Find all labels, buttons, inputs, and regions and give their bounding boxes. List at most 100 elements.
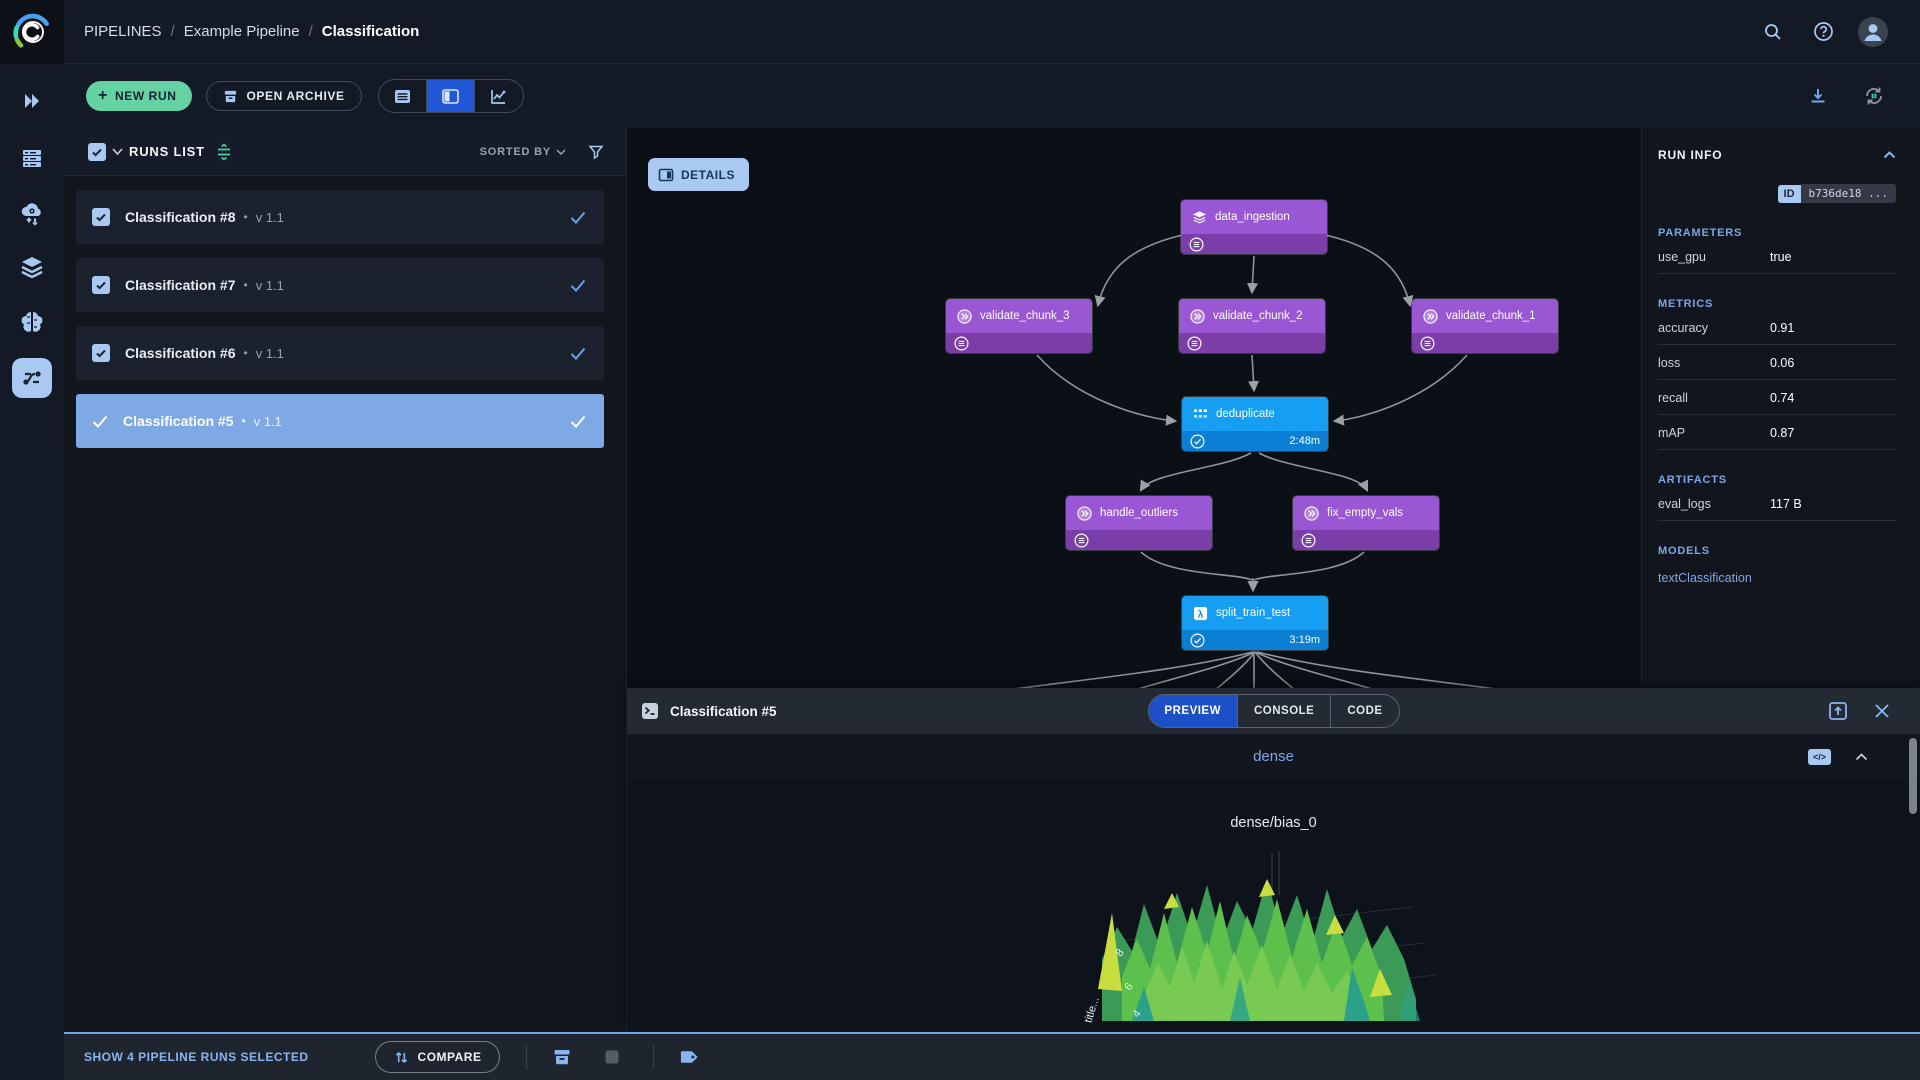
tab-code[interactable]: CODE xyxy=(1331,695,1398,727)
param-key: use_gpu xyxy=(1658,250,1770,264)
sidebar-item-models[interactable] xyxy=(18,308,46,336)
compare-icon xyxy=(394,1050,409,1065)
tag-icon xyxy=(679,1048,700,1066)
run-id-chip[interactable]: ID b736de18 ... xyxy=(1658,184,1896,203)
dag-node-fix-empty-vals[interactable]: fix_empty_vals xyxy=(1293,496,1439,550)
run-dot: • xyxy=(244,210,248,224)
filter-icon[interactable] xyxy=(588,144,604,160)
menu-circle-icon[interactable] xyxy=(954,336,969,351)
chevron-down-icon xyxy=(556,149,566,155)
auto-refresh-icon xyxy=(1863,85,1885,107)
sidebar-item-applications[interactable] xyxy=(18,199,46,227)
run-checkbox[interactable] xyxy=(92,276,110,294)
sidebar-item-projects[interactable] xyxy=(18,87,46,115)
workers-queues-icon xyxy=(20,146,44,170)
selected-check-icon xyxy=(92,415,108,428)
expand-panel-icon[interactable] xyxy=(1828,701,1848,721)
sidebar-item-pipelines[interactable] xyxy=(12,358,52,398)
run-status-check-icon xyxy=(570,279,586,292)
select-all-checkbox[interactable] xyxy=(88,143,106,161)
compare-button[interactable]: COMPARE xyxy=(375,1041,501,1073)
help-button[interactable] xyxy=(1806,15,1840,49)
menu-circle-icon[interactable] xyxy=(1074,533,1089,548)
left-nav-rail xyxy=(0,0,64,1080)
run-checkbox[interactable] xyxy=(92,344,110,362)
runs-list-body: Classification #8 • v 1.1 Classification… xyxy=(64,176,626,448)
run-row-selected[interactable]: Classification #5 • v 1.1 xyxy=(76,394,604,448)
panel-scrollbar[interactable] xyxy=(1909,738,1917,1028)
artifact-key: eval_logs xyxy=(1658,497,1770,511)
dense-section-title: dense xyxy=(1253,748,1294,765)
run-row[interactable]: Classification #7 • v 1.1 xyxy=(76,258,604,312)
surface-plot xyxy=(1082,849,1462,1032)
search-icon xyxy=(1763,22,1783,42)
metric-row: accuracy 0.91 xyxy=(1658,313,1896,345)
new-run-button[interactable]: + NEW RUN xyxy=(86,81,192,111)
view-table-button[interactable] xyxy=(379,80,427,112)
dag-node-validate-chunk-1[interactable]: validate_chunk_1 xyxy=(1412,299,1558,353)
run-version: v 1.1 xyxy=(254,414,282,429)
dense-section-header[interactable]: dense </> xyxy=(627,734,1920,779)
add-tag-button[interactable] xyxy=(674,1042,704,1072)
sidebar-item-datasets[interactable] xyxy=(18,253,46,281)
run-version: v 1.1 xyxy=(256,278,284,293)
preview-tab-group: PREVIEW CONSOLE CODE xyxy=(1147,694,1399,728)
dag-node-validate-chunk-3[interactable]: validate_chunk_3 xyxy=(946,299,1092,353)
open-archive-button[interactable]: OPEN ARCHIVE xyxy=(206,81,361,111)
run-checkbox[interactable] xyxy=(92,208,110,226)
auto-sort-icon[interactable] xyxy=(215,143,233,161)
archive-selected-button[interactable] xyxy=(547,1042,577,1072)
param-value: true xyxy=(1770,250,1792,264)
menu-circle-icon[interactable] xyxy=(1301,533,1316,548)
run-dot: • xyxy=(244,278,248,292)
details-button[interactable]: DETAILS xyxy=(648,158,749,191)
collapse-section-chevron-icon[interactable] xyxy=(1855,753,1868,761)
dense-chart-area[interactable]: dense/bias_0 8 6 4 title... xyxy=(627,779,1920,1032)
select-all-caret[interactable] xyxy=(112,148,123,155)
dag-node-data-ingestion[interactable]: data_ingestion xyxy=(1181,200,1327,254)
projects-icon xyxy=(20,89,44,113)
tab-preview[interactable]: PREVIEW xyxy=(1148,695,1238,727)
node-label: fix_empty_vals xyxy=(1327,507,1403,519)
user-menu[interactable] xyxy=(1856,15,1890,49)
metric-key: accuracy xyxy=(1658,321,1770,335)
metric-row: loss 0.06 xyxy=(1658,348,1896,380)
code-chip-icon[interactable]: </> xyxy=(1808,749,1831,765)
dag-node-handle-outliers[interactable]: handle_outliers xyxy=(1066,496,1212,550)
menu-circle-icon[interactable] xyxy=(1187,336,1202,351)
scrollbar-thumb[interactable] xyxy=(1909,738,1917,814)
search-button[interactable] xyxy=(1756,15,1790,49)
metric-key: mAP xyxy=(1658,426,1770,440)
breadcrumb-pipelines[interactable]: PIPELINES xyxy=(84,23,162,40)
preview-panel-header: Classification #5 PREVIEW CONSOLE CODE xyxy=(627,688,1920,734)
breadcrumb-separator: / xyxy=(309,23,313,40)
view-split-button[interactable] xyxy=(427,80,475,112)
dag-node-deduplicate[interactable]: deduplicate 2:48m xyxy=(1182,397,1328,451)
run-row[interactable]: Classification #8 • v 1.1 xyxy=(76,190,604,244)
view-charts-button[interactable] xyxy=(475,80,523,112)
sorted-by-dropdown[interactable]: SORTED BY xyxy=(480,146,566,158)
footer-divider xyxy=(653,1045,654,1069)
auto-refresh-button[interactable] xyxy=(1858,80,1890,112)
menu-circle-icon[interactable] xyxy=(1189,237,1204,252)
run-row[interactable]: Classification #6 • v 1.1 xyxy=(76,326,604,380)
archive-icon xyxy=(223,89,238,104)
breadcrumb-project[interactable]: Example Pipeline xyxy=(184,23,300,40)
model-link[interactable]: textClassification xyxy=(1658,571,1896,585)
dag-node-split-train-test[interactable]: λ split_train_test 3:19m xyxy=(1182,596,1328,650)
dataset-icon xyxy=(1192,210,1207,224)
open-details-icon xyxy=(658,167,674,183)
dedupe-table-icon xyxy=(1193,407,1208,421)
node-label: data_ingestion xyxy=(1215,211,1290,223)
download-button[interactable] xyxy=(1802,80,1834,112)
check-circle-icon xyxy=(1190,434,1205,449)
selection-count-label[interactable]: SHOW 4 PIPELINE RUNS SELECTED xyxy=(84,1050,309,1064)
menu-circle-icon[interactable] xyxy=(1420,336,1435,351)
clearml-logo[interactable] xyxy=(0,0,64,64)
sidebar-item-workers[interactable] xyxy=(18,144,46,172)
run-version: v 1.1 xyxy=(256,210,284,225)
collapse-chevron-up-icon[interactable] xyxy=(1883,151,1896,159)
tab-console[interactable]: CONSOLE xyxy=(1238,695,1331,727)
dag-node-validate-chunk-2[interactable]: validate_chunk_2 xyxy=(1179,299,1325,353)
close-icon[interactable] xyxy=(1874,703,1890,719)
